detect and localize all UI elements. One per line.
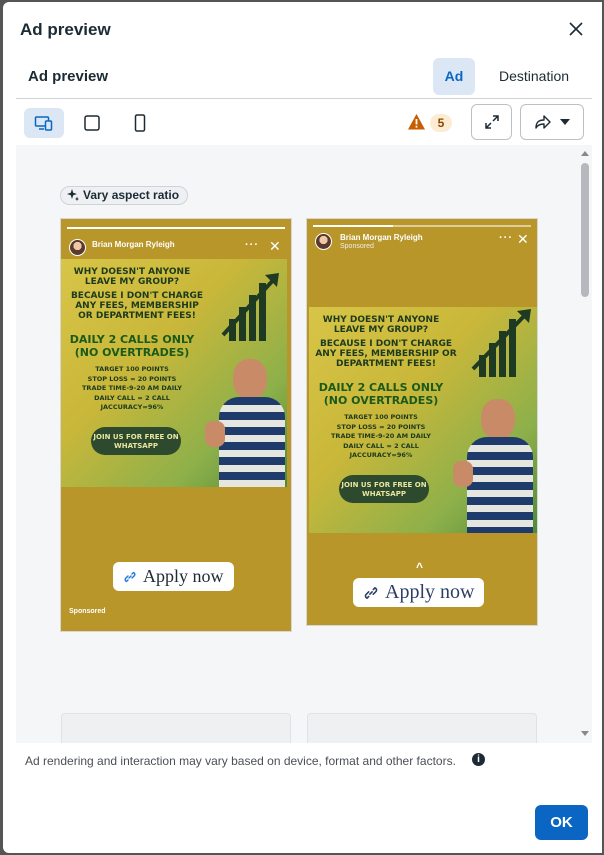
ok-button[interactable]: OK: [535, 805, 588, 840]
sponsored-label: Sponsored: [69, 608, 106, 615]
story-preview-2[interactable]: Brian Morgan Ryleigh Sponsored ··· ✕ WHY…: [307, 219, 537, 625]
tab-destination[interactable]: Destination: [487, 58, 581, 95]
creative-join-badge: JOIN US FOR FREE ON WHATSAPP: [91, 427, 181, 455]
preview-placeholder: [307, 713, 537, 743]
scrollbar[interactable]: [578, 145, 592, 743]
info-icon[interactable]: i: [472, 753, 485, 766]
page-name: Brian Morgan Ryleigh: [340, 233, 423, 242]
upward-arrow-graphic: [471, 309, 531, 371]
story-preview-1[interactable]: Brian Morgan Ryleigh ··· ✕ WHY DOESN'T A…: [61, 219, 291, 631]
close-icon[interactable]: [565, 18, 587, 40]
creative-detail: TARGET 100 POINTS: [344, 413, 418, 421]
warning-icon[interactable]: [407, 113, 426, 131]
sponsored-label: Sponsored: [340, 243, 374, 250]
creative-detail: STOP LOSS = 20 POINTS: [336, 422, 426, 431]
creative-detail: DAILY CALL = 2 CALL: [343, 441, 419, 450]
story-progress-bar: [67, 227, 285, 229]
avatar: [315, 233, 332, 250]
preview-canvas: Vary aspect ratio Brian Morgan Ryleigh ·…: [16, 145, 578, 743]
share-icon: [535, 115, 551, 129]
creative-detail: TRADE TIME-9-20 AM DAILY: [82, 384, 182, 392]
creative-join-badge: JOIN US FOR FREE ON WHATSAPP: [339, 475, 429, 503]
page-name: Brian Morgan Ryleigh: [92, 240, 175, 249]
preview-placeholder: [61, 713, 291, 743]
divider: [16, 98, 592, 99]
more-icon[interactable]: ···: [499, 232, 513, 244]
avatar: [69, 239, 86, 256]
apply-now-button[interactable]: Apply now: [353, 578, 485, 607]
ad-creative-image: WHY DOESN'T ANYONE LEAVE MY GROUP? BECAU…: [309, 307, 537, 533]
creative-detail: STOP LOSS = 20 POINTS: [87, 374, 177, 383]
creative-offer: DAILY 2 CALLS ONLY (NO OVERTRADES): [318, 381, 444, 407]
tab-ad[interactable]: Ad: [433, 58, 475, 95]
expand-button[interactable]: [471, 104, 512, 140]
sparkle-icon: [67, 189, 79, 201]
apply-now-label: Apply now: [143, 566, 224, 586]
vary-aspect-ratio-label: Vary aspect ratio: [83, 188, 180, 202]
creative-detail: TARGET 100 POINTS: [95, 365, 169, 373]
ad-creative-image: WHY DOESN'T ANYONE LEAVE MY GROUP? BECAU…: [61, 259, 287, 487]
creative-headline: WHY DOESN'T ANYONE LEAVE MY GROUP?: [322, 315, 440, 335]
ad-preview-dialog: Ad preview Ad preview Ad Destination 5 V…: [3, 2, 602, 853]
close-icon[interactable]: ✕: [269, 238, 281, 255]
apply-now-button[interactable]: Apply now: [113, 562, 234, 591]
creative-detail: TRADE TIME-9-20 AM DAILY: [331, 432, 431, 440]
chevron-down-icon: [560, 119, 570, 125]
disclaimer-text: Ad rendering and interaction may vary ba…: [25, 754, 456, 768]
apply-now-label: Apply now: [385, 581, 475, 603]
creative-offer: DAILY 2 CALLS ONLY (NO OVERTRADES): [69, 333, 195, 359]
creative-detail: JACCURACY=96%: [100, 403, 164, 411]
scroll-down-icon[interactable]: [581, 731, 589, 736]
ad-preview-heading: Ad preview: [28, 68, 109, 85]
phone-icon[interactable]: [120, 108, 160, 138]
warning-count-badge[interactable]: 5: [430, 114, 452, 132]
scroll-up-icon[interactable]: [581, 151, 589, 156]
creative-headline: WHY DOESN'T ANYONE LEAVE MY GROUP?: [73, 267, 191, 287]
chevron-up-icon: ^: [416, 560, 424, 574]
creative-subhead: BECAUSE I DON'T CHARGE ANY FEES, MEMBERS…: [315, 339, 457, 369]
square-icon[interactable]: [72, 108, 112, 138]
man-figure: [453, 399, 537, 533]
share-button[interactable]: [520, 104, 584, 140]
vary-aspect-ratio-chip[interactable]: Vary aspect ratio: [60, 186, 189, 205]
man-figure: [205, 359, 287, 487]
upward-arrow-graphic: [221, 273, 279, 337]
creative-detail: JACCURACY=96%: [349, 451, 413, 459]
desktop-and-mobile-icon[interactable]: [24, 108, 64, 138]
creative-subhead: BECAUSE I DON'T CHARGE ANY FEES, MEMBERS…: [70, 291, 204, 321]
expand-icon: [484, 115, 499, 129]
story-progress-bar: [313, 225, 531, 227]
dialog-title: Ad preview: [20, 20, 111, 39]
creative-detail: DAILY CALL = 2 CALL: [94, 393, 170, 402]
link-icon: [364, 586, 378, 599]
more-icon[interactable]: ···: [245, 239, 259, 251]
close-icon[interactable]: ✕: [517, 231, 529, 248]
link-icon: [124, 571, 136, 582]
scrollbar-thumb[interactable]: [581, 163, 589, 297]
